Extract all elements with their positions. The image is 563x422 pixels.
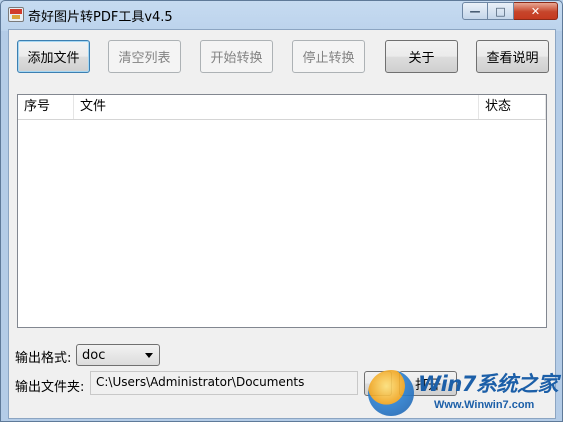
chevron-down-icon	[145, 353, 153, 358]
maximize-button[interactable]: □	[488, 2, 514, 20]
clear-list-button[interactable]: 清空列表	[108, 40, 181, 73]
app-window: 奇好图片转PDF工具v4.5 — □ ✕ 添加文件 清空列表 开始转换 停止转换…	[0, 0, 563, 422]
stop-convert-button[interactable]: 停止转换	[292, 40, 365, 73]
app-icon	[8, 7, 24, 22]
help-button[interactable]: 查看说明	[476, 40, 549, 73]
client-area: 添加文件 清空列表 开始转换 停止转换 关于 查看说明 序号 文件 状态 输出格…	[8, 29, 556, 419]
add-files-button[interactable]: 添加文件	[17, 40, 90, 73]
close-button[interactable]: ✕	[514, 2, 558, 20]
minimize-button[interactable]: —	[462, 2, 488, 20]
output-format-label: 输出格式:	[15, 351, 72, 366]
watermark-brand: Win7系统之家	[418, 372, 558, 396]
watermark: Win7系统之家 Www.Winwin7.com	[364, 364, 561, 420]
maximize-icon: □	[495, 4, 506, 18]
window-controls: — □ ✕	[462, 2, 558, 20]
output-format-value: doc	[82, 348, 106, 363]
file-list[interactable]: 序号 文件 状态	[17, 94, 547, 328]
output-folder-label: 输出文件夹:	[15, 380, 85, 395]
close-icon: ✕	[530, 4, 541, 18]
minimize-icon: —	[469, 4, 481, 18]
output-format-select[interactable]: doc	[76, 344, 160, 366]
windows-logo-icon	[368, 370, 414, 416]
file-list-header: 序号 文件 状态	[18, 95, 546, 120]
column-header-file[interactable]: 文件	[74, 95, 479, 119]
output-folder-field[interactable]: C:\Users\Administrator\Documents	[90, 371, 358, 395]
column-header-index[interactable]: 序号	[18, 95, 74, 119]
column-header-status[interactable]: 状态	[479, 95, 546, 119]
window-title: 奇好图片转PDF工具v4.5	[28, 10, 173, 25]
about-button[interactable]: 关于	[385, 40, 458, 73]
title-bar[interactable]: 奇好图片转PDF工具v4.5 — □ ✕	[1, 1, 562, 29]
watermark-url: Www.Winwin7.com	[434, 399, 535, 411]
start-convert-button[interactable]: 开始转换	[200, 40, 273, 73]
